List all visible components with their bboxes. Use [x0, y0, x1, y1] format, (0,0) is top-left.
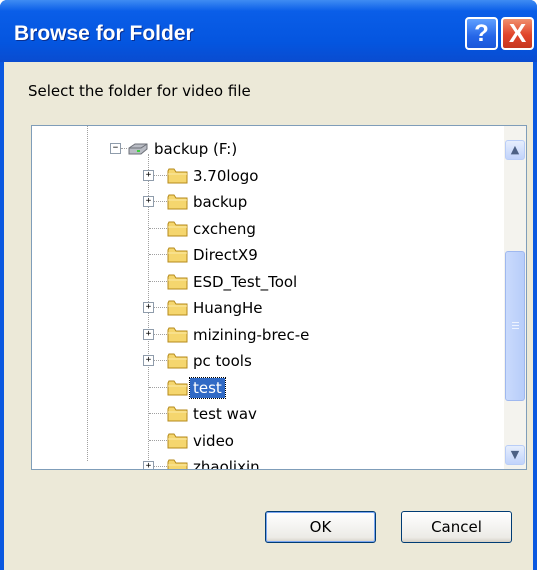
folder-icon	[167, 433, 188, 448]
folder-icon	[167, 274, 188, 289]
window-title: Browse for Folder	[14, 22, 194, 45]
tree-item-folder[interactable]: + zhaolixin	[32, 454, 502, 470]
folder-icon	[167, 380, 188, 395]
ok-button[interactable]: OK	[265, 511, 376, 543]
tree-item-label: test	[189, 376, 226, 399]
folder-tree[interactable]: − backup (F:) +3.70logo + backup cxcheng Dir…	[31, 125, 527, 470]
tree-item-folder[interactable]: +3.70logo	[32, 163, 502, 189]
cancel-button[interactable]: Cancel	[401, 511, 512, 543]
tree-branch-line	[149, 439, 167, 441]
tree-item-folder[interactable]: + backup	[32, 189, 502, 215]
tree-item-label: HuangHe	[193, 299, 263, 317]
close-button[interactable]: X	[501, 17, 534, 50]
folder-icon	[167, 221, 188, 236]
tree-item-label: ESD_Test_Tool	[193, 272, 298, 291]
browse-for-folder-dialog: Browse for Folder ? X Select the folder …	[0, 0, 537, 570]
tree-item-label: backup	[193, 193, 248, 211]
tree-item-label: test wav	[193, 405, 257, 423]
scroll-thumb-grip	[512, 328, 519, 329]
folder-icon	[167, 459, 188, 469]
tree-branch-line	[149, 413, 167, 414]
tree-item-label: cxcheng	[193, 219, 256, 238]
scroll-thumb-grip	[512, 322, 519, 323]
drive-icon	[128, 143, 148, 155]
scroll-up-button[interactable]: ▲	[505, 140, 525, 160]
expand-toggle[interactable]: +	[143, 169, 154, 181]
folder-icon	[167, 247, 188, 263]
tree-item-folder[interactable]: video	[32, 428, 502, 454]
tree-item-folder[interactable]: test	[32, 375, 502, 401]
folder-icon	[167, 327, 188, 342]
folder-icon	[167, 168, 188, 183]
tree-branch-line	[149, 227, 167, 229]
collapse-toggle[interactable]: −	[110, 143, 121, 154]
tree-item-folder[interactable]: cxcheng	[32, 216, 502, 242]
expand-toggle[interactable]: +	[143, 461, 154, 469]
scroll-thumb-grip	[512, 325, 519, 326]
tree-item-label: zhaolixin	[193, 458, 260, 470]
folder-icon	[167, 194, 188, 210]
tree-branch-line	[149, 386, 167, 388]
tree-item-label: backup (F:)	[154, 140, 238, 158]
tree-item-folder[interactable]: test wav	[32, 401, 502, 427]
tree-branch-line	[149, 254, 167, 255]
prompt-text: Select the folder for video file	[28, 82, 251, 100]
tree-item-label: video	[193, 431, 234, 450]
scroll-thumb[interactable]	[505, 251, 525, 401]
tree-item-folder[interactable]: + pc tools	[32, 348, 502, 374]
tree-item-folder[interactable]: + HuangHe	[32, 295, 502, 321]
tree-item-label: pc tools	[193, 352, 252, 370]
scroll-down-button[interactable]: ▼	[505, 445, 525, 465]
tree-item-folder[interactable]: ESD_Test_Tool	[32, 269, 502, 295]
expand-toggle[interactable]: +	[143, 196, 154, 207]
dialog-body: Select the folder for video file − backu…	[4, 62, 533, 570]
tree-item-drive-backup[interactable]: − backup (F:)	[32, 136, 502, 162]
title-bar[interactable]: Browse for Folder ? X	[0, 0, 537, 62]
expand-toggle[interactable]: +	[143, 355, 154, 366]
tree-item-label: DirectX9	[193, 246, 258, 264]
folder-icon	[167, 300, 188, 316]
tree-item-label: 3.70logo	[193, 166, 259, 185]
folder-icon	[167, 353, 188, 369]
tree-item-label: mizining-brec-e	[193, 325, 310, 344]
tree-item-folder[interactable]: DirectX9	[32, 242, 502, 268]
tree-branch-line	[149, 280, 167, 282]
vertical-scrollbar[interactable]: ▲ ▼	[504, 126, 526, 469]
expand-toggle[interactable]: +	[143, 302, 154, 313]
folder-icon	[167, 406, 188, 422]
expand-toggle[interactable]: +	[143, 328, 154, 340]
tree-item-folder[interactable]: + mizining-brec-e	[32, 322, 502, 348]
help-button[interactable]: ?	[465, 17, 498, 50]
